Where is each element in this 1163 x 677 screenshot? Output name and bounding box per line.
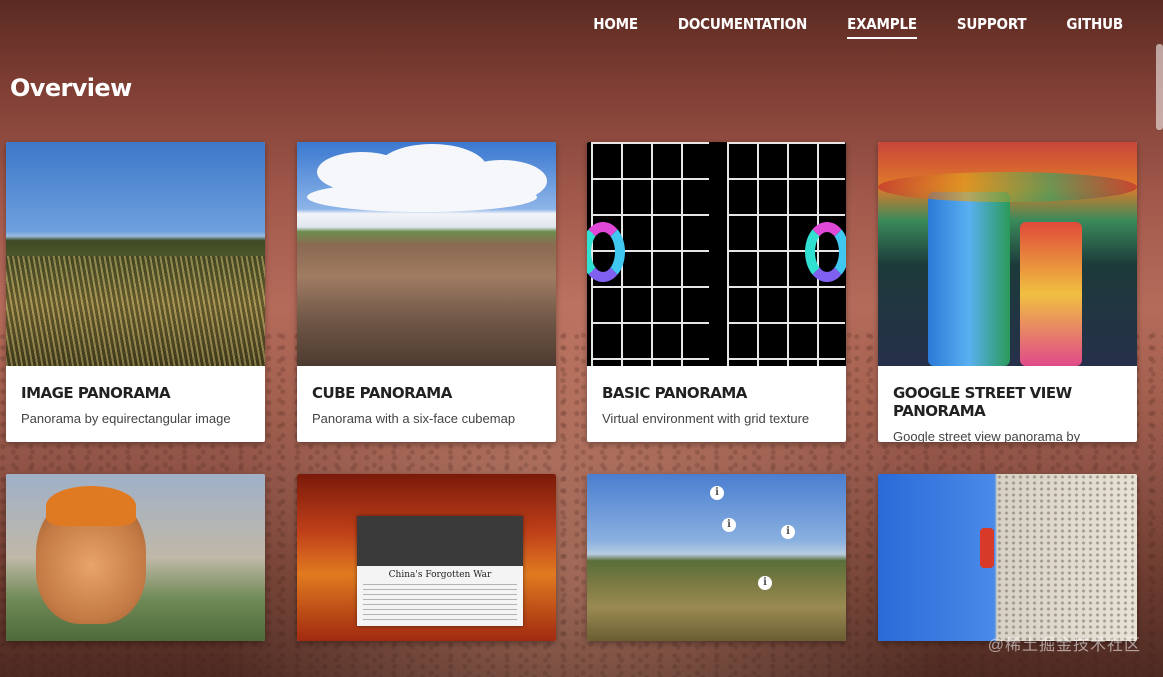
google-street-view-thumbnail (878, 142, 1137, 366)
watermark-text: @稀土掘金技术社区 (987, 637, 1141, 654)
nav-support[interactable]: SUPPORT (957, 7, 1027, 41)
card-title: CUBE PANORAMA (312, 384, 452, 402)
card-climber-panorama[interactable] (878, 474, 1137, 641)
infospot-panel-title: China's Forgotten War (388, 570, 492, 580)
nav-documentation[interactable]: DOCUMENTATION (678, 7, 807, 41)
card-description: Google street view panorama by panoId (893, 429, 1081, 442)
info-icon[interactable]: i (710, 486, 724, 500)
image-panorama-thumbnail (6, 142, 265, 366)
nav-home[interactable]: HOME (593, 7, 638, 41)
info-icon[interactable]: i (781, 525, 795, 539)
top-navigation: HOME DOCUMENTATION EXAMPLE SUPPORT GITHU… (593, 0, 1123, 48)
card-infospot-panorama[interactable]: i i i i (587, 474, 846, 641)
card-google-street-view-panorama[interactable]: GOOGLE STREET VIEW PANORAMA Google stree… (878, 142, 1137, 442)
card-title: IMAGE PANORAMA (21, 384, 171, 402)
card-cube-panorama[interactable]: CUBE PANORAMA Panorama with a six-face c… (297, 142, 556, 442)
card-description: Panorama by equirectangular image (21, 411, 231, 426)
card-basic-panorama[interactable]: BASIC PANORAMA Virtual environment with … (587, 142, 846, 442)
scrollbar-thumb[interactable] (1156, 44, 1163, 130)
cartoon-character-thumbnail (6, 474, 265, 641)
card-cartoon-panorama[interactable] (6, 474, 265, 641)
page-title: Overview (10, 74, 132, 102)
card-title: GOOGLE STREET VIEW PANORAMA (893, 384, 1072, 420)
nav-github[interactable]: GITHUB (1066, 7, 1123, 41)
climber-wall-thumbnail (878, 474, 1137, 641)
card-video-infospot-panorama[interactable]: China's Forgotten War (297, 474, 556, 641)
card-image-panorama[interactable]: IMAGE PANORAMA Panorama by equirectangul… (6, 142, 265, 442)
card-description: Panorama with a six-face cubemap (312, 411, 516, 426)
info-icon[interactable]: i (722, 518, 736, 532)
cube-panorama-thumbnail (297, 142, 556, 366)
nav-example[interactable]: EXAMPLE (847, 7, 917, 41)
video-infospot-thumbnail: China's Forgotten War (297, 474, 556, 641)
basic-panorama-thumbnail (587, 142, 846, 366)
card-title: BASIC PANORAMA (602, 384, 747, 402)
info-icon[interactable]: i (758, 576, 772, 590)
infospot-video-panel: China's Forgotten War (357, 516, 523, 626)
card-description: Virtual environment with grid texture (602, 411, 810, 426)
video-player[interactable] (357, 516, 523, 566)
infospot-field-thumbnail: i i i i (587, 474, 846, 641)
